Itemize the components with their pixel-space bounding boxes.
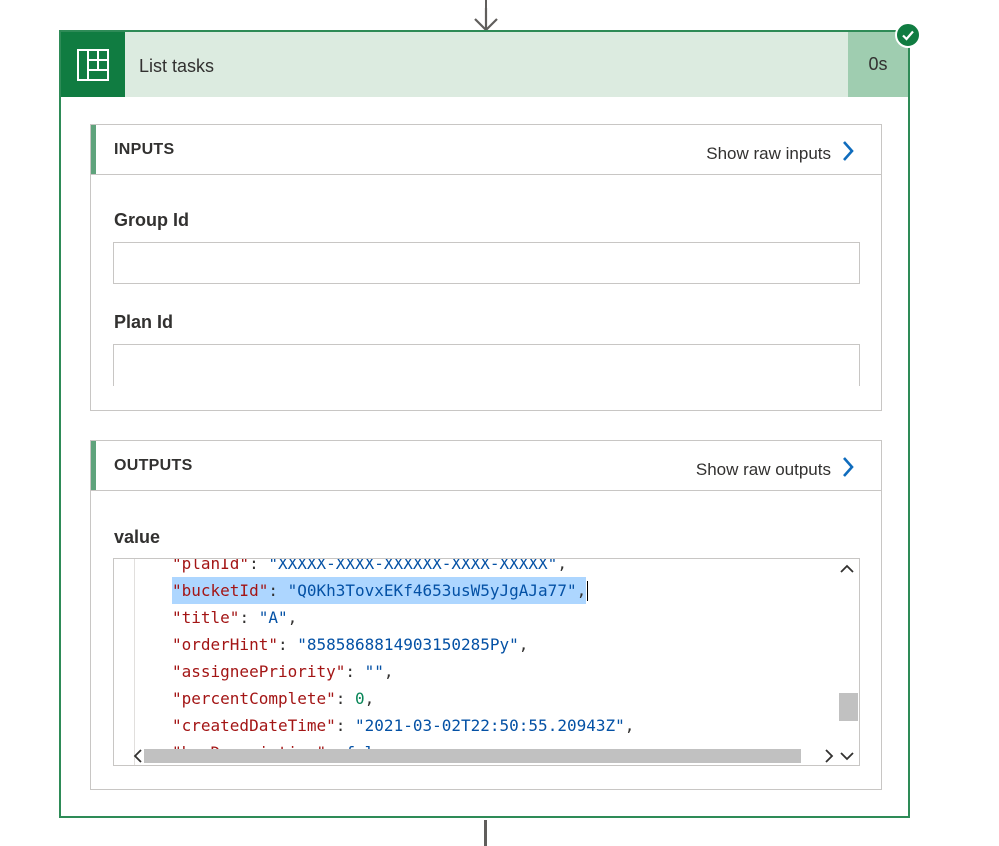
planner-icon — [61, 32, 125, 97]
value-label: value — [114, 527, 161, 547]
outputs-section: OUTPUTS Show raw outputs value "planId":… — [90, 440, 882, 790]
json-value: "Q0Kh3TovxEKf4653usW5yJgAJa77" — [287, 581, 577, 600]
action-title: List tasks — [139, 56, 215, 76]
code-gutter — [114, 559, 135, 765]
json-value: "A" — [258, 608, 288, 627]
code-line: "createdDateTime": "2021-03-02T22:50:55.… — [172, 716, 635, 735]
json-trail: , — [287, 608, 298, 627]
json-trail: , — [557, 558, 567, 573]
group-id-field — [113, 242, 860, 284]
outputs-accent-bar — [91, 441, 96, 490]
action-card: List tasks 0s INPUTS Show raw inputs Gro… — [59, 30, 910, 818]
duration-text: 0s — [868, 54, 888, 74]
code-line: "assigneePriority": "", — [172, 662, 394, 681]
show-raw-inputs-button[interactable]: Show raw inputs — [706, 140, 855, 167]
json-trail: , — [383, 662, 394, 681]
json-value: "XXXXX-XXXX-XXXXXX-XXXX-XXXXX" — [268, 558, 558, 573]
code-line: "title": "A", — [172, 608, 298, 627]
json-code-viewer[interactable]: "planId": "XXXXX-XXXX-XXXXXX-XXXX-XXXXX"… — [113, 558, 860, 766]
json-value: "2021-03-02T22:50:55.20943Z" — [355, 716, 625, 735]
code-line: "percentComplete": 0, — [172, 689, 375, 708]
inputs-section-header: INPUTS Show raw inputs — [91, 125, 881, 175]
plan-id-label: Plan Id — [114, 312, 174, 332]
outputs-section-header: OUTPUTS Show raw outputs — [91, 441, 881, 491]
outputs-title: OUTPUTS — [114, 457, 193, 474]
chevron-right-icon — [841, 456, 855, 483]
code-line: "bucketId": "Q0Kh3TovxEKf4653usW5yJgAJa7… — [172, 577, 634, 604]
group-id-label: Group Id — [114, 210, 189, 230]
text-caret — [587, 580, 589, 601]
json-value: "8585868814903150285Py" — [297, 635, 519, 654]
check-circle-icon — [895, 22, 921, 48]
horizontal-scrollbar-thumb[interactable] — [144, 749, 801, 763]
show-raw-inputs-label: Show raw inputs — [706, 143, 831, 163]
chevron-right-icon — [841, 140, 855, 167]
vertical-scrollbar-thumb[interactable] — [839, 693, 858, 721]
json-trail: , — [624, 716, 635, 735]
code-line: "orderHint": "8585868814903150285Py", — [172, 635, 529, 654]
scroll-left-icon[interactable] — [132, 748, 144, 764]
json-trail: , — [576, 581, 587, 600]
show-raw-outputs-button[interactable]: Show raw outputs — [696, 456, 855, 483]
json-key: "createdDateTime" — [172, 716, 336, 735]
json-key: "percentComplete" — [172, 689, 336, 708]
inputs-accent-bar — [91, 125, 96, 174]
scroll-up-icon[interactable] — [839, 561, 855, 577]
json-value: 0 — [355, 689, 365, 708]
json-trail: , — [364, 689, 375, 708]
flow-connector-bottom — [484, 820, 487, 846]
arrow-down-icon — [474, 8, 498, 32]
json-trail: , — [518, 635, 529, 654]
inputs-section: INPUTS Show raw inputs Group Id Plan Id — [90, 124, 882, 411]
code-lines[interactable]: "planId": "XXXXX-XXXX-XXXXXX-XXXX-XXXXX"… — [172, 558, 635, 765]
scroll-right-icon[interactable] — [823, 748, 835, 764]
action-header[interactable]: List tasks 0s — [61, 32, 908, 97]
json-key: "assigneePriority" — [172, 662, 346, 681]
show-raw-outputs-label: Show raw outputs — [695, 459, 831, 479]
scroll-down-icon[interactable] — [839, 748, 855, 764]
plan-id-field — [113, 344, 860, 386]
json-value: "" — [364, 662, 384, 681]
json-key: "title" — [172, 608, 240, 627]
json-key: "planId" — [172, 558, 250, 573]
json-key: "bucketId" — [172, 581, 269, 600]
code-line: "planId": "XXXXX-XXXX-XXXXXX-XXXX-XXXXX"… — [172, 558, 634, 577]
json-key: "orderHint" — [172, 635, 278, 654]
text-selection: "bucketId": "Q0Kh3TovxEKf4653usW5yJgAJa7… — [172, 577, 587, 604]
inputs-title: INPUTS — [114, 141, 175, 158]
